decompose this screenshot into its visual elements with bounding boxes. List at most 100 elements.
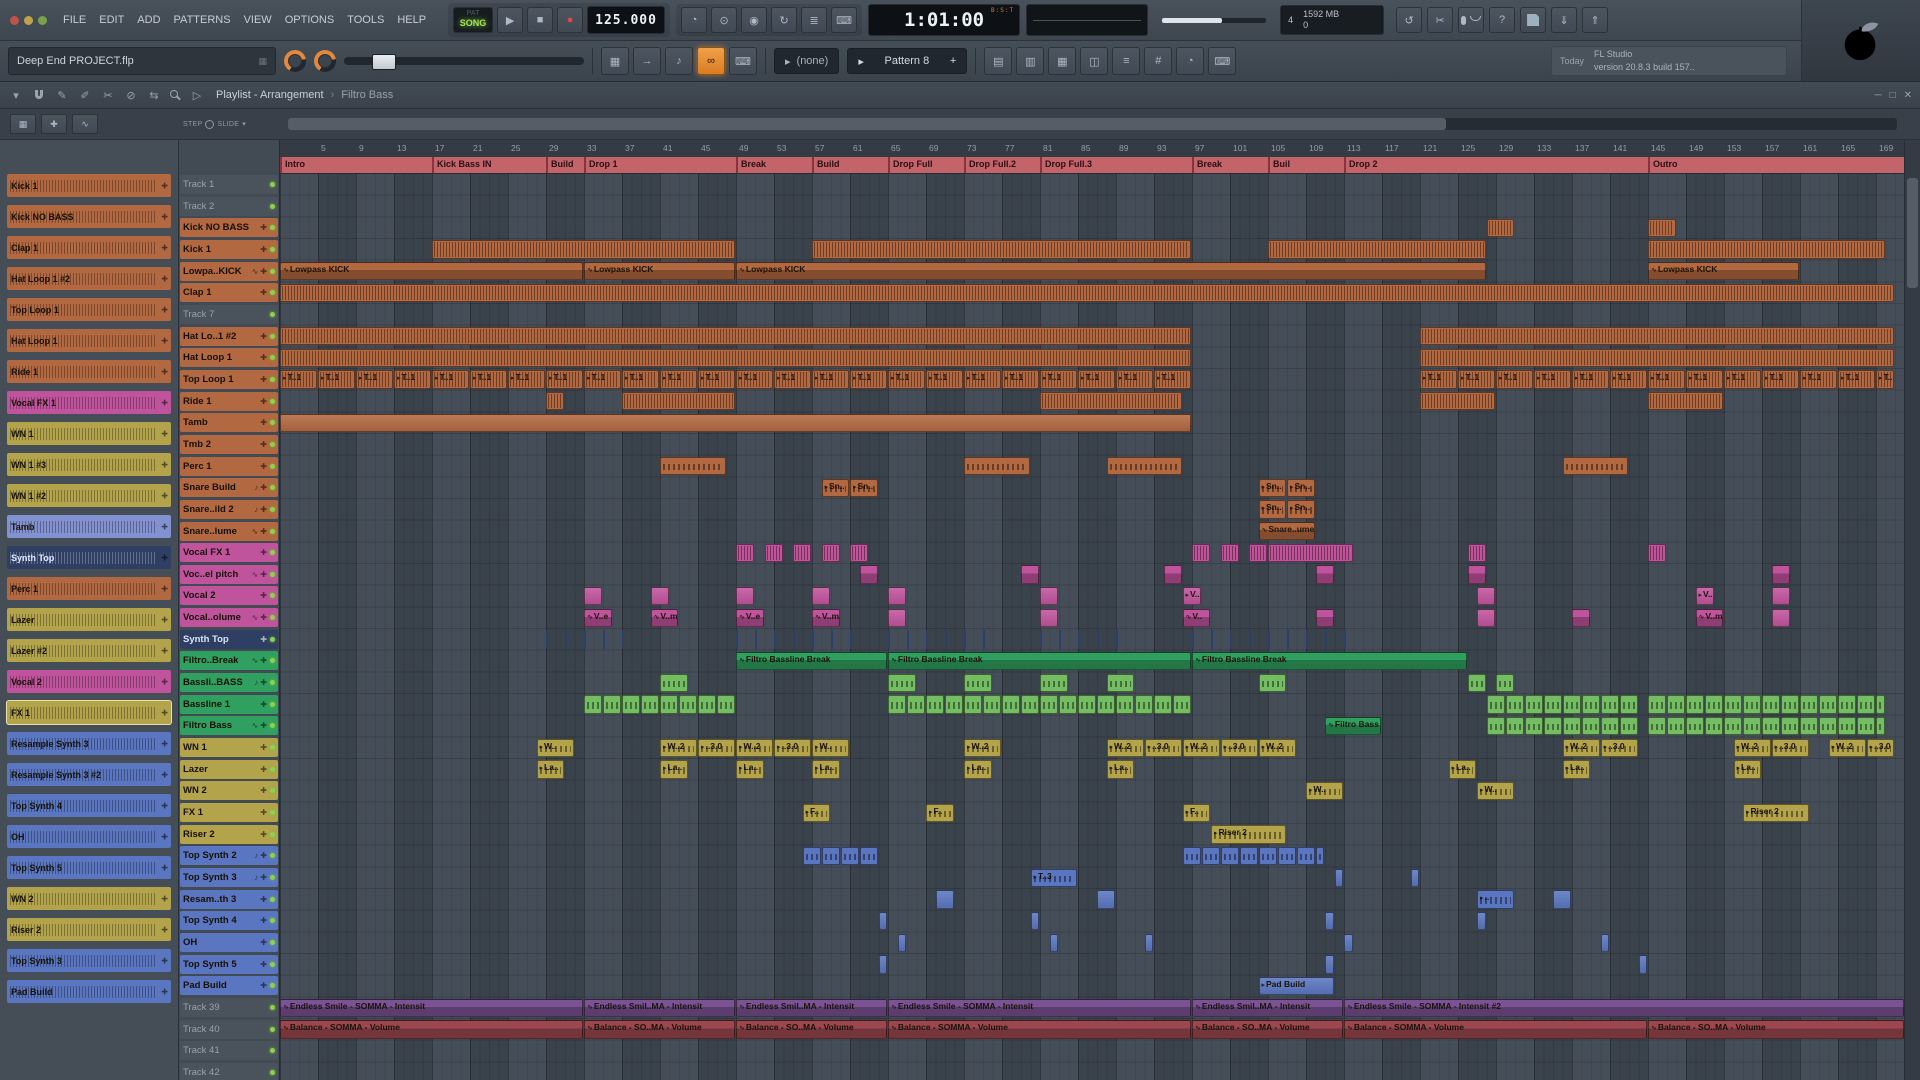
track-header-synth-top[interactable]: Synth Top ✚	[180, 629, 278, 649]
playlist-clip[interactable]: ▸T..1	[1040, 370, 1077, 389]
track-header-hat-lo-1-2[interactable]: Hat Lo..1 #2 ✚	[180, 326, 278, 346]
playlist-clip[interactable]: ▸T..1	[1686, 370, 1723, 389]
menu-item-patterns[interactable]: PATTERNS	[168, 11, 237, 29]
playlist-clip[interactable]: ▸La..	[660, 760, 688, 779]
playlist-clip[interactable]: ▸W..2	[736, 738, 773, 757]
picker-item-oh[interactable]: OH ✚	[7, 825, 171, 848]
track-led[interactable]	[270, 875, 275, 880]
playlist-clip[interactable]	[1648, 392, 1723, 411]
playlist-clip[interactable]: ∿Endless Smil..MA - Intensit	[1192, 998, 1343, 1017]
picker-item-top-loop-1[interactable]: Top Loop 1 ✚	[7, 298, 171, 321]
playlist-clip[interactable]: ∿Lowpass KICK	[736, 262, 1486, 281]
main-volume-knob[interactable]	[284, 50, 306, 72]
horizontal-scroll-thumb[interactable]	[288, 118, 1447, 130]
track-led[interactable]	[270, 355, 275, 361]
playlist-clip[interactable]	[1040, 630, 1134, 649]
track-led[interactable]	[270, 1069, 275, 1075]
playlist-clip[interactable]: ▸T..1	[1078, 370, 1115, 389]
playlist-clip[interactable]	[1182, 847, 1201, 866]
piano-roll-button[interactable]: ▥	[1016, 47, 1045, 75]
playlist-clip[interactable]: ▸T..1	[1002, 370, 1039, 389]
channel-rack-icon[interactable]: ▦	[601, 47, 629, 75]
playlist-clip[interactable]: ▸T..1	[660, 370, 697, 389]
playlist-clip[interactable]	[1648, 543, 1666, 562]
playlist-clip[interactable]	[859, 847, 878, 866]
playlist-clip[interactable]	[983, 695, 1001, 714]
track-led[interactable]	[270, 485, 275, 491]
timeline-marker[interactable]: Buil	[1268, 157, 1344, 173]
playlist-clip[interactable]	[1239, 847, 1258, 866]
playlist-clip[interactable]	[1106, 457, 1182, 476]
picker-tab-automation-icon[interactable]: ∿	[72, 114, 98, 134]
playlist-clip[interactable]	[1116, 695, 1134, 714]
track-header-kick-no-bass[interactable]: Kick NO BASS ✚	[180, 218, 278, 238]
track-led[interactable]	[270, 766, 275, 772]
playlist-clip[interactable]: ▸W..2	[1182, 738, 1220, 757]
track-header-wn-1[interactable]: WN 1 ✚	[180, 738, 278, 758]
playlist-clip[interactable]: ∿Lowpass KICK	[584, 262, 735, 281]
playlist-clip[interactable]: ▸T..1	[546, 370, 583, 389]
master-pitch-slider[interactable]	[344, 54, 584, 70]
playlist-clip[interactable]	[888, 673, 916, 692]
playlist-clip[interactable]: ▸T..1	[622, 370, 659, 389]
playlist-clip[interactable]: ∿Lowpass KICK	[1648, 262, 1799, 281]
playlist-clip[interactable]: ▸Riser 2	[1211, 825, 1286, 844]
playlist-clip[interactable]: ▸T..1	[1420, 370, 1457, 389]
track-led[interactable]	[270, 571, 275, 577]
playlist-clip[interactable]: ▸Sn..	[850, 478, 878, 497]
track-row[interactable]: Filtro..Break ∿ ✚	[179, 650, 279, 672]
playlist-clip[interactable]	[1201, 847, 1220, 866]
close-button[interactable]: ✕	[1904, 90, 1912, 101]
playlist-clip[interactable]	[1344, 933, 1353, 952]
track-header-track-7[interactable]: Track 7	[180, 304, 278, 324]
track-header-filtro-break[interactable]: Filtro..Break ∿ ✚	[180, 651, 278, 671]
playlist-clip[interactable]: ∿Lowpass KICK	[280, 262, 583, 281]
playlist-clip[interactable]	[1410, 868, 1419, 887]
touch-controller-button[interactable]: ⌨	[1208, 47, 1237, 75]
picker-item-lazer-2[interactable]: Lazer #2 ✚	[7, 639, 171, 662]
track-header-snare-ild-2[interactable]: Snare..ild 2 ♪ ✚	[180, 499, 278, 519]
track-header-lazer[interactable]: Lazer ✚	[180, 759, 278, 779]
picker-item-perc-1[interactable]: Perc 1 ✚	[7, 577, 171, 600]
playlist-clip[interactable]: ▸W..2	[1828, 738, 1866, 757]
track-header-snare-build[interactable]: Snare Build ♪ ✚	[180, 478, 278, 498]
plugin-picker-button[interactable]: #	[1144, 47, 1173, 75]
track-led[interactable]	[270, 788, 275, 794]
playlist-clip[interactable]	[1838, 695, 1856, 714]
playlist-clip[interactable]	[1315, 565, 1334, 584]
track-row[interactable]: Track 42	[179, 1062, 279, 1080]
playlist-clip[interactable]	[280, 283, 1894, 302]
playlist-clip[interactable]	[1296, 847, 1315, 866]
playlist-clip[interactable]	[793, 543, 811, 562]
playlist-clip[interactable]	[603, 695, 621, 714]
track-row[interactable]: Track 1	[179, 174, 279, 196]
track-row[interactable]: OH ✚	[179, 932, 279, 954]
playlist-clip[interactable]	[1724, 695, 1742, 714]
playlist-clip[interactable]	[812, 587, 830, 606]
playlist-clip[interactable]	[1686, 695, 1704, 714]
playlist-clip[interactable]: ▸..3.0	[1600, 738, 1638, 757]
playlist-clip[interactable]: ▸T..1	[318, 370, 355, 389]
playlist-clip[interactable]	[802, 847, 821, 866]
picker-item-wn-1-3[interactable]: WN 1 #3 ✚	[7, 453, 171, 476]
playlist-clip[interactable]	[1154, 695, 1172, 714]
playlist-clip[interactable]	[1781, 717, 1799, 736]
track-led[interactable]	[270, 246, 275, 252]
picker-item-wn-1[interactable]: WN 1 ✚	[7, 422, 171, 445]
track-header-top-synth-2[interactable]: Top Synth 2 ♪ ✚	[180, 846, 278, 866]
playlist-clip[interactable]	[935, 890, 954, 909]
playlist-clip[interactable]	[736, 587, 754, 606]
track-row[interactable]: Tmb 2 ✚	[179, 434, 279, 456]
playlist-clip[interactable]: ∿Balance - SOMMA - Volume	[280, 1020, 583, 1039]
magnet-icon[interactable]	[31, 87, 47, 103]
playlist-clip[interactable]	[1268, 543, 1353, 562]
playlist-clip[interactable]: ▸T..1	[964, 370, 1001, 389]
playlist-clip[interactable]	[1477, 587, 1495, 606]
track-led[interactable]	[270, 853, 275, 859]
playlist-clip[interactable]: ∿Filtro Bassline Break	[1192, 652, 1467, 671]
playlist-clip[interactable]: ∿V..	[1182, 608, 1210, 627]
playlist-clip[interactable]: ▸T..1	[432, 370, 469, 389]
slider-thumb[interactable]	[372, 54, 396, 70]
track-led[interactable]	[270, 398, 275, 404]
note-icon[interactable]: ♪	[665, 47, 693, 75]
